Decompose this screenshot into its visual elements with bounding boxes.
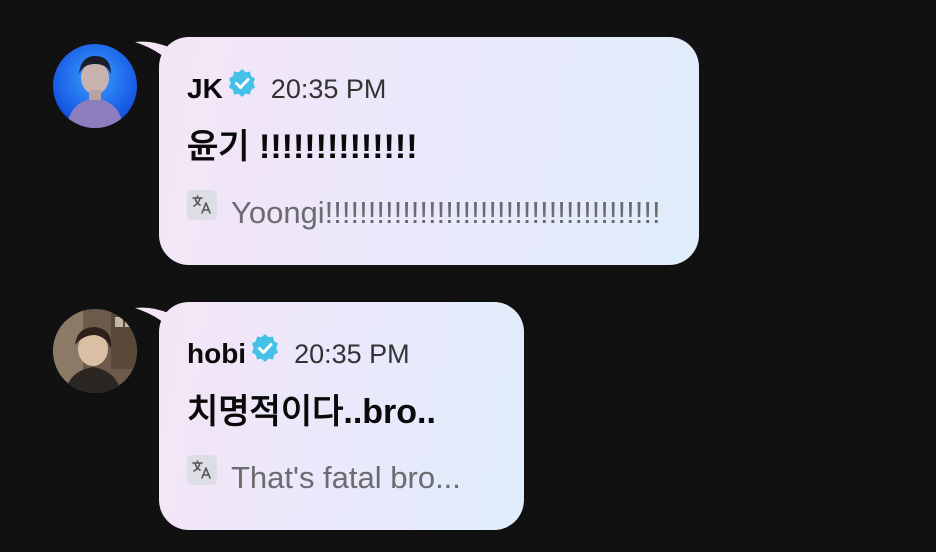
- message-header: JK 20:35 PM: [187, 68, 387, 107]
- message-text: 치명적이다..bro..: [187, 393, 436, 431]
- translation-row: Yoongi!!!!!!!!!!!!!!!!!!!!!!!!!!!!!!!!!!…: [187, 190, 661, 231]
- sender-name[interactable]: JK: [187, 73, 223, 105]
- message-timestamp: 20:35 PM: [294, 338, 410, 369]
- translation-row: That's fatal bro...: [187, 455, 461, 496]
- verified-badge-icon: [227, 68, 257, 98]
- translation-text: That's fatal bro...: [231, 460, 461, 495]
- message-bubble[interactable]: JK 20:35 PM 윤기 !!!!!!!!!!!!!! Yoongi!!!!…: [159, 37, 699, 265]
- message-timestamp: 20:35 PM: [270, 73, 387, 104]
- message-bubble[interactable]: hobi 20:35 PM 치명적이다..bro.. That's fatal …: [159, 302, 524, 530]
- message-text: 윤기 !!!!!!!!!!!!!!: [187, 128, 418, 166]
- message-header: hobi 20:35 PM: [187, 333, 410, 372]
- avatar[interactable]: [53, 309, 137, 393]
- translate-icon: [187, 190, 217, 220]
- translation-text: Yoongi!!!!!!!!!!!!!!!!!!!!!!!!!!!!!!!!!!…: [231, 195, 661, 230]
- translate-icon: [187, 455, 217, 485]
- verified-badge-icon: [250, 333, 280, 363]
- avatar[interactable]: [53, 44, 137, 128]
- sender-name[interactable]: hobi: [187, 338, 246, 370]
